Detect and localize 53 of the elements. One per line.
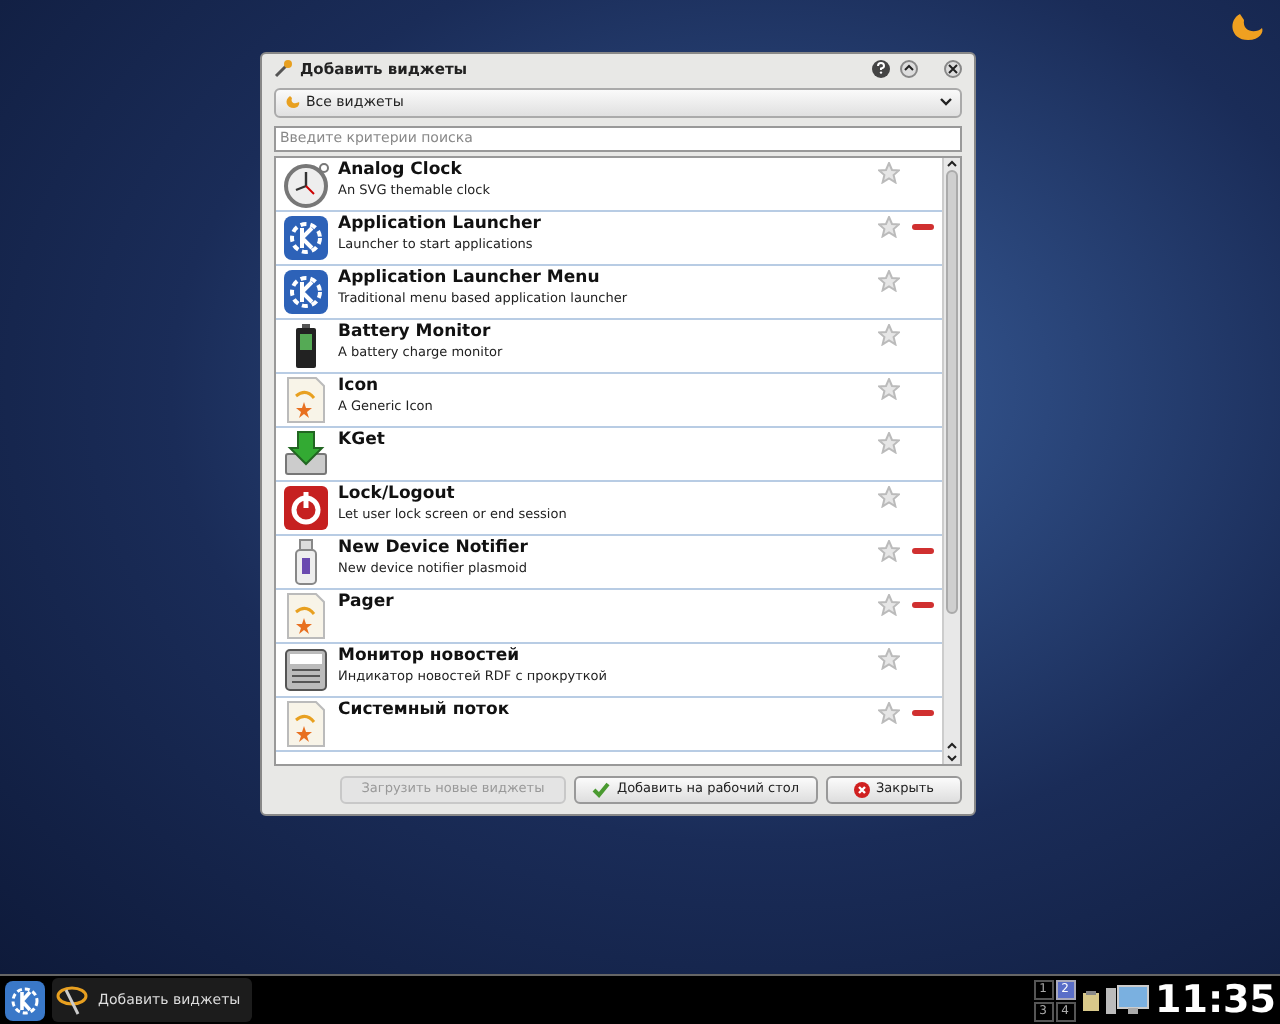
star-icon[interactable]: [878, 269, 900, 292]
widget-name: Analog Clock: [338, 159, 464, 180]
checkmark-icon: [592, 782, 611, 798]
shade-button[interactable]: [900, 59, 918, 78]
help-button[interactable]: [872, 59, 890, 78]
clock-icon: [282, 159, 330, 208]
widget-name: Icon: [338, 375, 381, 396]
widget-name: Pager: [338, 591, 396, 612]
scroll-down-icon[interactable]: [946, 752, 958, 764]
widget-item[interactable]: KGet: [276, 427, 942, 482]
star-icon[interactable]: [878, 215, 900, 238]
clipboard-icon[interactable]: [1081, 989, 1100, 1011]
power-icon: [282, 483, 330, 532]
widget-name: Lock/Logout: [338, 483, 457, 504]
star-icon[interactable]: [878, 593, 900, 616]
cashew-icon: [284, 94, 300, 111]
remove-icon[interactable]: [912, 223, 934, 230]
remove-icon[interactable]: [912, 709, 934, 716]
star-icon[interactable]: [878, 377, 900, 400]
star-icon[interactable]: [878, 701, 900, 724]
close-button[interactable]: [944, 59, 962, 78]
scrollbar[interactable]: [942, 157, 960, 764]
star-icon[interactable]: [878, 161, 900, 184]
widget-name: New Device Notifier: [338, 537, 530, 558]
widget-item[interactable]: Pager: [276, 589, 942, 644]
close-icon: [854, 782, 871, 798]
widget-name: Battery Monitor: [338, 321, 493, 342]
scroll-up-icon[interactable]: [946, 740, 958, 752]
newspaper-icon: [282, 645, 330, 694]
widget-name: Монитор новостей: [338, 645, 522, 666]
widget-name: KGet: [338, 429, 387, 450]
star-icon[interactable]: [878, 431, 900, 454]
kde-logo-icon: [282, 267, 330, 316]
remove-icon[interactable]: [912, 547, 934, 554]
widget-item[interactable]: Системный поток: [276, 697, 942, 752]
star-icon[interactable]: [878, 539, 900, 562]
widget-name: Application Launcher: [338, 213, 543, 234]
wand-icon: [274, 58, 294, 79]
widget-name: Application Launcher Menu: [338, 267, 602, 288]
star-icon[interactable]: [878, 485, 900, 508]
wand-icon: [56, 982, 92, 1018]
star-icon[interactable]: [878, 323, 900, 346]
clock[interactable]: 11:35: [1155, 981, 1276, 1019]
download-icon: [282, 429, 330, 478]
chevron-down-icon: [940, 98, 952, 107]
star-icon[interactable]: [878, 647, 900, 670]
widget-name: Системный поток: [338, 699, 512, 720]
scroll-up-icon[interactable]: [946, 157, 958, 170]
kde-logo-icon[interactable]: [4, 979, 46, 1021]
remove-icon[interactable]: [912, 601, 934, 608]
kde-logo-icon: [282, 213, 330, 262]
computer-icon[interactable]: [1105, 984, 1150, 1016]
scrollbar-thumb[interactable]: [946, 169, 958, 614]
